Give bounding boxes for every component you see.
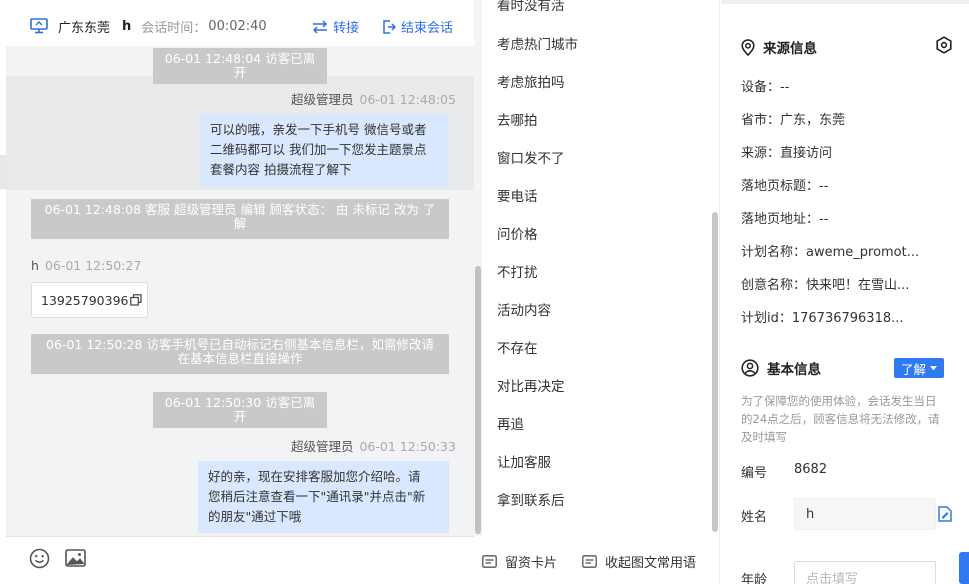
message-time: 06-01 12:50:33 [359, 439, 456, 454]
transfer-label: 转接 [333, 21, 360, 36]
message-time: 06-01 12:50:27 [44, 258, 142, 273]
quick-reply-item[interactable]: 对比再决定 [497, 375, 565, 395]
landing-url-field: 落地页地址：-- [741, 212, 829, 227]
settings-icon[interactable] [935, 36, 953, 54]
chat-workspace: 广东东莞 h 会话时间： 00:02:40 转接 结束会话 06-01 12:4… [0, 0, 969, 584]
system-message: 06-01 12:48:04 访客已离开 [153, 48, 327, 84]
agent-message-meta: 超级管理员 06-01 12:48:05 [291, 89, 456, 108]
message-time: 06-01 12:48:05 [359, 92, 456, 107]
quick-reply-item[interactable]: 问价格 [497, 223, 538, 243]
caret-down-icon [930, 365, 937, 370]
message-list[interactable]: 06-01 12:48:04 访客已离开 超级管理员 06-01 12:48:05… [6, 46, 474, 536]
composer-toolbar [6, 536, 474, 584]
card-icon [482, 555, 497, 568]
quick-reply-item[interactable]: 活动内容 [497, 299, 551, 319]
panel-top-divider [721, 0, 969, 4]
quick-reply-item[interactable]: 看时没有活 [497, 0, 565, 14]
image-icon[interactable] [65, 549, 86, 567]
device-field: 设备：-- [741, 80, 790, 95]
agent-message-bubble: 可以的哦，亲发一下手机号 微信号或者 二维码都可以 我们加一下您发主题景点 套餐… [200, 114, 449, 186]
session-time-label: 会话时间： [141, 20, 207, 36]
transfer-icon [312, 19, 328, 34]
quick-reply-item[interactable]: 要电话 [497, 185, 538, 205]
agent-name: 超级管理员 [291, 92, 354, 107]
quick-reply-item[interactable]: 不打扰 [497, 261, 538, 281]
customer-info-panel: 来源信息 设备：-- 省市：广东，东莞 来源：直接访问 落地页标题：-- 落地页… [721, 0, 969, 584]
quick-reply-scrollbar-thumb[interactable] [712, 212, 718, 532]
quick-reply-item[interactable]: 拿到联系后 [497, 489, 565, 509]
system-message: 06-01 12:50:28 访客手机号已自动标记右侧基本信息栏，如需修改请 在… [31, 334, 449, 374]
lead-card-label: 留资卡片 [505, 556, 558, 571]
province-field: 省市：广东，东莞 [741, 113, 846, 128]
collapse-phrases-button[interactable]: 收起图文常用语 [582, 552, 696, 571]
chat-scrollbar-thumb[interactable] [475, 266, 481, 534]
end-session-label: 结束会话 [401, 21, 454, 36]
quick-reply-panel: 看时没有活 考虑热门城市 考虑旅拍吗 去哪拍 窗口发不了 要电话 问价格 不打扰… [482, 0, 720, 584]
agent-message-bubble: 好的亲，现在安排客服加您介绍哈。请 您稍后注意查看一下"通讯录"并点击"新 的朋… [198, 461, 449, 533]
plan-name-field: 计划名称：aweme_promot... [741, 245, 920, 260]
collapse-phrases-label: 收起图文常用语 [605, 556, 697, 571]
landing-title-field: 落地页标题：-- [741, 179, 829, 194]
agent-message-meta: 超级管理员 06-01 12:50:33 [291, 436, 456, 455]
end-session-button[interactable]: 结束会话 [382, 17, 453, 36]
copy-icon[interactable] [130, 294, 143, 306]
visitor-message-meta: h 06-01 12:50:27 [31, 258, 141, 273]
session-time-value: 00:02:40 [208, 18, 267, 34]
transfer-button[interactable]: 转接 [312, 17, 359, 36]
system-message: 06-01 12:48:08 客服 超级管理员 编辑 顾客状态： 由 未标记 改… [31, 199, 449, 239]
source-field: 来源：直接访问 [741, 146, 833, 161]
exit-icon [383, 19, 396, 34]
know-dropdown-button[interactable]: 了解 [894, 358, 944, 378]
age-label: 年龄 [741, 573, 768, 584]
location-pin-icon [741, 38, 755, 56]
source-info-title: 来源信息 [741, 37, 817, 57]
visitor-phone-card[interactable]: 13925790396 [31, 282, 148, 318]
monitor-icon [30, 18, 48, 34]
chat-pane: 广东东莞 h 会话时间： 00:02:40 转接 结束会话 06-01 12:4… [0, 0, 482, 584]
quick-reply-item[interactable]: 考虑热门城市 [497, 33, 578, 53]
visitor-name: h [122, 18, 132, 34]
side-toggle-button[interactable] [959, 552, 969, 584]
system-message: 06-01 12:50:30 访客已离开 [153, 392, 327, 428]
creative-name-field: 创意名称：快来吧！在雪山... [741, 278, 910, 293]
visitor-name: h [31, 258, 39, 273]
quick-reply-item[interactable]: 再追 [497, 413, 524, 433]
quick-reply-item[interactable]: 不存在 [497, 337, 538, 357]
user-circle-icon [741, 359, 759, 377]
age-field[interactable]: 点击填写 [794, 561, 936, 584]
message-icon [582, 555, 597, 568]
quick-reply-item[interactable]: 去哪拍 [497, 109, 538, 129]
plan-id-field: 计划id：176736796318... [741, 311, 904, 326]
quick-reply-footer: 留资卡片 收起图文常用语 [482, 540, 720, 584]
quick-reply-scrollbar[interactable] [710, 0, 718, 535]
edit-doc-icon[interactable] [938, 506, 952, 522]
name-field[interactable]: h [794, 498, 936, 530]
id-label: 编号 [741, 466, 768, 481]
name-label: 姓名 [741, 510, 768, 525]
quick-reply-item[interactable]: 窗口发不了 [497, 147, 565, 167]
id-value: 8682 [794, 462, 828, 477]
visitor-region: 广东东莞 [58, 20, 111, 36]
quick-reply-item[interactable]: 让加客服 [497, 451, 551, 471]
visitor-phone: 13925790396 [41, 292, 129, 308]
chat-header: 广东东莞 h 会话时间： 00:02:40 转接 结束会话 [6, 0, 474, 52]
quick-reply-item[interactable]: 考虑旅拍吗 [497, 71, 565, 91]
lead-card-button[interactable]: 留资卡片 [482, 552, 557, 571]
chat-scrollbar[interactable] [474, 0, 482, 536]
emoji-icon[interactable] [29, 548, 50, 569]
basic-info-title: 基本信息 [741, 358, 821, 378]
edit-notice: 为了保障您的使用体验，会话发生当日 的24点之后，顾客信息将无法修改，请 及时填… [741, 394, 940, 444]
agent-name: 超级管理员 [291, 439, 354, 454]
